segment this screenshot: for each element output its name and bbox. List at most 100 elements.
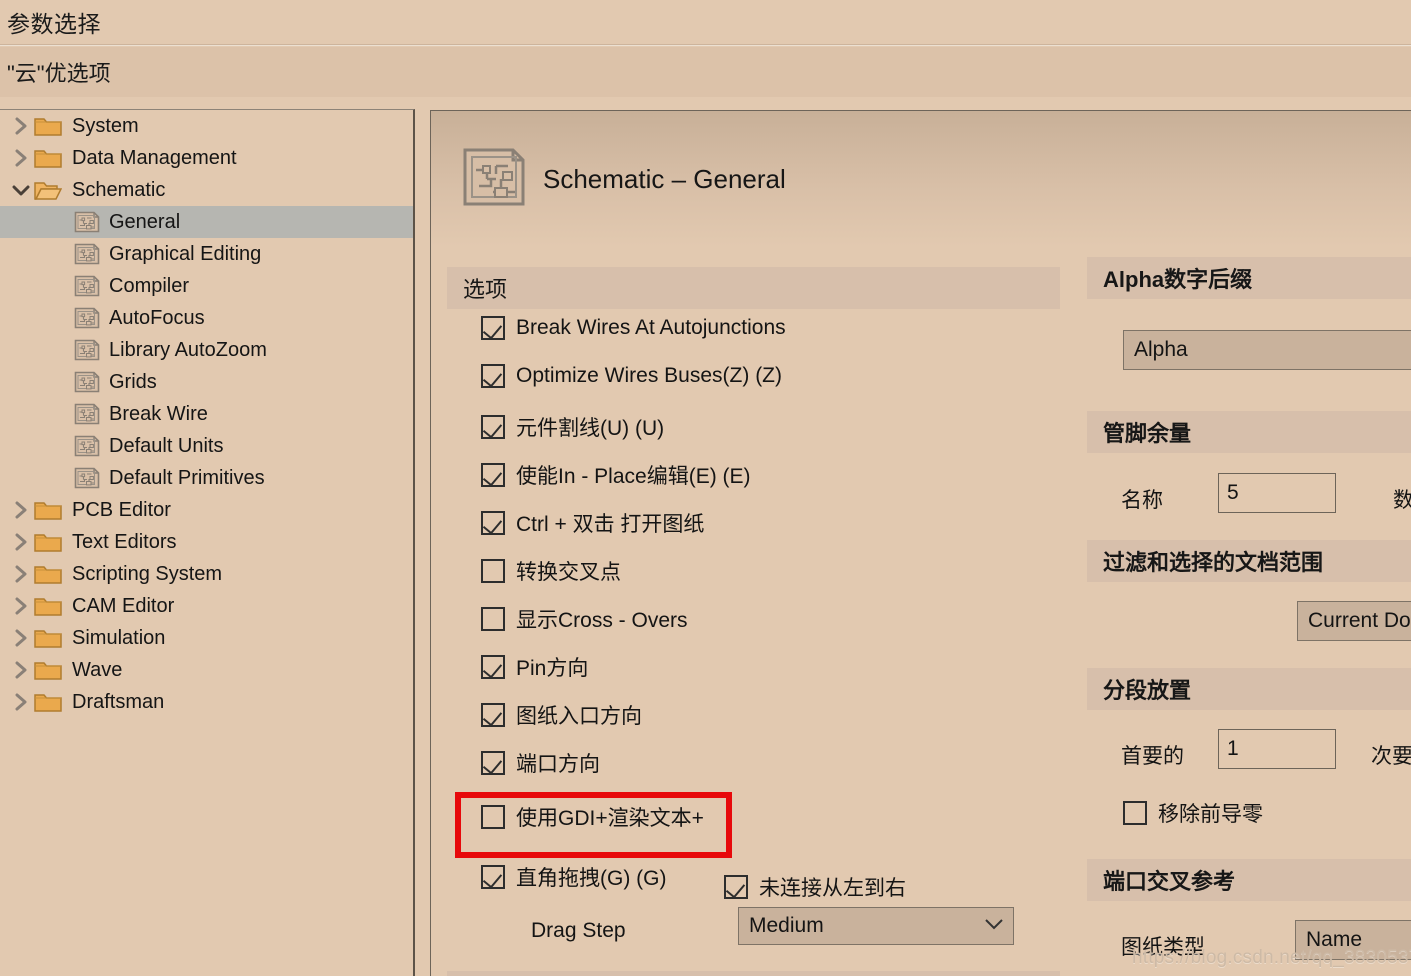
- chevron-right-icon[interactable]: [8, 661, 34, 679]
- chevron-down-icon[interactable]: [8, 184, 34, 197]
- checkbox-label: 移除前导零: [1158, 803, 1263, 826]
- checkbox-box[interactable]: [481, 655, 505, 679]
- checkbox-row-9[interactable]: 端口方向: [481, 748, 600, 778]
- checkbox-box[interactable]: [481, 865, 505, 889]
- tree-item-label: Text Editors: [72, 531, 177, 553]
- subtitle-bar: "云"优选项: [0, 47, 1411, 97]
- preferences-tree[interactable]: System Data Management Schematic General Gra…: [0, 109, 415, 976]
- port-cross-ref-title: 端口交叉参考: [1103, 869, 1236, 894]
- checkbox-row-2[interactable]: 元件割线(U) (U): [481, 412, 664, 442]
- checkbox-row-11[interactable]: 直角拖拽(G) (G): [481, 862, 666, 892]
- tree-item-label: AutoFocus: [109, 307, 205, 329]
- checkbox-box[interactable]: [481, 316, 505, 340]
- alpha-suffix-dropdown[interactable]: Alpha: [1123, 330, 1411, 370]
- tree-item-label: Data Management: [72, 147, 237, 169]
- tree-item-default-primitives[interactable]: Default Primitives: [0, 462, 413, 494]
- checkbox-label: Ctrl + 双击 打开图纸: [516, 513, 705, 536]
- tree-item-label: Schematic: [72, 179, 166, 201]
- tree-item-simulation[interactable]: Simulation: [0, 622, 413, 654]
- tree-item-cam-editor[interactable]: CAM Editor: [0, 590, 413, 622]
- folder-icon: [34, 627, 62, 649]
- checkbox-label: Optimize Wires Buses(Z) (Z): [516, 364, 783, 387]
- checkbox-box[interactable]: [481, 751, 505, 775]
- folder-icon: [34, 659, 62, 681]
- chevron-right-icon[interactable]: [8, 533, 34, 551]
- pin-margin-name-value: 5: [1227, 481, 1239, 504]
- checkbox-box[interactable]: [1123, 801, 1147, 825]
- checkbox-box[interactable]: [481, 607, 505, 631]
- tree-item-draftsman[interactable]: Draftsman: [0, 686, 413, 718]
- tree-item-grids[interactable]: Grids: [0, 366, 413, 398]
- checkbox-row-10[interactable]: 使用GDI+渲染文本+: [481, 802, 704, 832]
- checkbox-box[interactable]: [481, 559, 505, 583]
- checkbox-row-6[interactable]: 显示Cross - Overs: [481, 604, 688, 634]
- options-section-header: 选项: [447, 267, 1060, 309]
- chevron-right-icon[interactable]: [8, 693, 34, 711]
- chevron-right-icon[interactable]: [8, 629, 34, 647]
- checkbox-box[interactable]: [481, 805, 505, 829]
- tree-item-label: Scripting System: [72, 563, 223, 585]
- pin-margin-name-input[interactable]: 5: [1218, 473, 1336, 513]
- chevron-right-icon[interactable]: [8, 597, 34, 615]
- folder-icon: [34, 147, 62, 169]
- pin-margin-name-label: 名称: [1121, 489, 1163, 512]
- segment-primary-input[interactable]: 1: [1218, 729, 1336, 769]
- checkbox-box[interactable]: [724, 875, 748, 899]
- checkbox-row-0[interactable]: Break Wires At Autojunctions: [481, 316, 786, 340]
- chevron-right-icon[interactable]: [8, 117, 34, 135]
- tree-item-schematic[interactable]: Schematic: [0, 174, 413, 206]
- tree-item-label: Break Wire: [109, 403, 208, 425]
- checkbox-box[interactable]: [481, 463, 505, 487]
- checkbox-row-8[interactable]: 图纸入口方向: [481, 700, 642, 730]
- tree-item-library-autozoom[interactable]: Library AutoZoom: [0, 334, 413, 366]
- panel-header: Schematic – General: [431, 111, 1411, 247]
- tree-item-data-management[interactable]: Data Management: [0, 142, 413, 174]
- folder-icon: [34, 563, 62, 585]
- tree-item-default-units[interactable]: Default Units: [0, 430, 413, 462]
- alpha-suffix-value: Alpha: [1134, 338, 1188, 361]
- tree-item-label: Grids: [109, 371, 157, 393]
- checkbox-label: 元件割线(U) (U): [516, 417, 665, 440]
- schematic-sheet-icon: [74, 243, 100, 265]
- drag-step-value: Medium: [749, 914, 824, 937]
- chevron-down-icon: [985, 917, 1003, 935]
- checkbox-row-unconnected-left-to-right[interactable]: 未连接从左到右: [724, 872, 906, 902]
- checkbox-box[interactable]: [481, 511, 505, 535]
- checkbox-box[interactable]: [481, 364, 505, 388]
- checkbox-row-5[interactable]: 转换交叉点: [481, 556, 621, 586]
- chevron-right-icon[interactable]: [8, 501, 34, 519]
- checkbox-box[interactable]: [481, 415, 505, 439]
- schematic-sheet-icon: [74, 211, 100, 233]
- tree-item-text-editors[interactable]: Text Editors: [0, 526, 413, 558]
- schematic-sheet-icon: [463, 148, 525, 211]
- segment-primary-label: 首要的: [1121, 745, 1184, 768]
- tree-item-break-wire[interactable]: Break Wire: [0, 398, 413, 430]
- folder-icon: [34, 595, 62, 617]
- tree-item-wave[interactable]: Wave: [0, 654, 413, 686]
- checkbox-row-4[interactable]: Ctrl + 双击 打开图纸: [481, 508, 704, 538]
- tree-item-system[interactable]: System: [0, 110, 413, 142]
- tree-item-pcb-editor[interactable]: PCB Editor: [0, 494, 413, 526]
- pin-margin-section-header: 管脚余量: [1087, 411, 1411, 453]
- tree-item-scripting-system[interactable]: Scripting System: [0, 558, 413, 590]
- tree-item-compiler[interactable]: Compiler: [0, 270, 413, 302]
- checkbox-box[interactable]: [481, 703, 505, 727]
- segment-primary-value: 1: [1227, 737, 1239, 760]
- tree-item-autofocus[interactable]: AutoFocus: [0, 302, 413, 334]
- filter-scope-section-header: 过滤和选择的文档范围: [1087, 540, 1411, 582]
- checkbox-label: 图纸入口方向: [516, 705, 642, 728]
- next-section-header-partial: [447, 971, 1060, 976]
- tree-item-label: PCB Editor: [72, 499, 171, 521]
- checkbox-row-1[interactable]: Optimize Wires Buses(Z) (Z): [481, 364, 782, 388]
- tree-item-general[interactable]: General: [0, 206, 413, 238]
- schematic-sheet-icon: [74, 275, 100, 297]
- chevron-right-icon[interactable]: [8, 565, 34, 583]
- panel-title: Schematic – General: [543, 163, 786, 194]
- chevron-right-icon[interactable]: [8, 149, 34, 167]
- filter-scope-dropdown[interactable]: Current Doc: [1297, 601, 1411, 641]
- drag-step-dropdown[interactable]: Medium: [738, 907, 1014, 945]
- checkbox-row-3[interactable]: 使能In - Place编辑(E) (E): [481, 460, 751, 490]
- checkbox-row-7[interactable]: Pin方向: [481, 652, 588, 682]
- tree-item-graphical-editing[interactable]: Graphical Editing: [0, 238, 413, 270]
- checkbox-row-remove-leading-zero[interactable]: 移除前导零: [1123, 798, 1263, 828]
